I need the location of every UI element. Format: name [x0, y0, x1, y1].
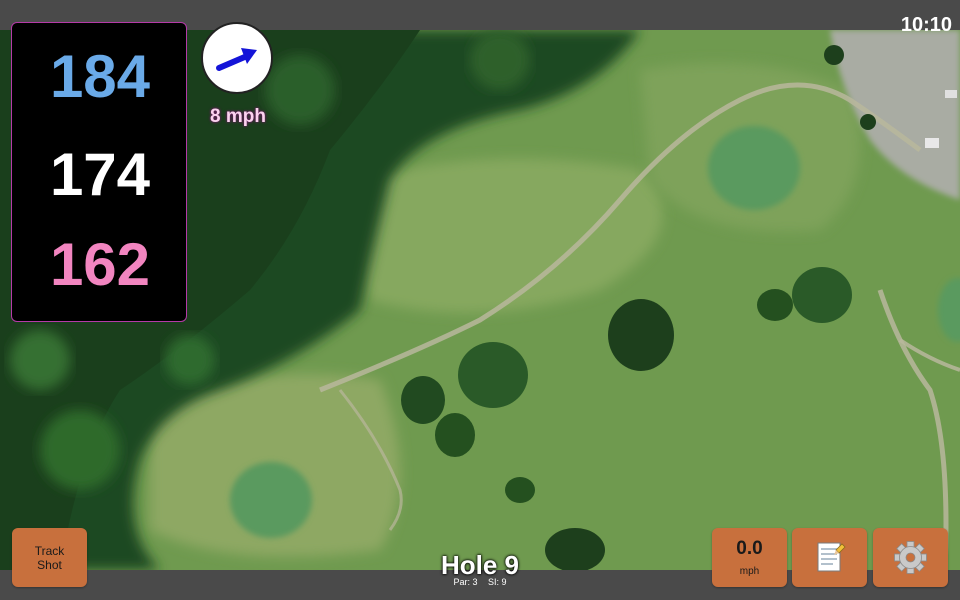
hole-stroke-index: SI: 9 [488, 577, 507, 587]
speed-button[interactable]: 0.0 mph [712, 528, 787, 587]
settings-button[interactable] [873, 528, 948, 587]
wind-arrow-icon [216, 48, 257, 71]
track-shot-button[interactable]: Track Shot [12, 528, 87, 587]
notepad-icon [817, 542, 846, 572]
speed-value: 0.0 [736, 538, 763, 559]
distance-panel: 184 174 162 [11, 22, 187, 322]
gear-icon [894, 541, 927, 574]
speed-unit: mph [739, 566, 760, 577]
back-distance: 184 [49, 43, 151, 110]
hole-info: Par: 3 SI: 9 [380, 577, 580, 587]
track-shot-label-line1: Track [34, 543, 65, 558]
hole-par: Par: 3 [453, 577, 478, 587]
clock: 10:10 [900, 14, 952, 36]
wind-direction-dial [201, 22, 273, 94]
middle-distance: 174 [49, 141, 151, 208]
front-distance: 162 [49, 231, 151, 298]
wind-speed: 8 mph [210, 106, 266, 127]
notes-button[interactable] [792, 528, 867, 587]
track-shot-label-line2: Shot [37, 557, 62, 572]
